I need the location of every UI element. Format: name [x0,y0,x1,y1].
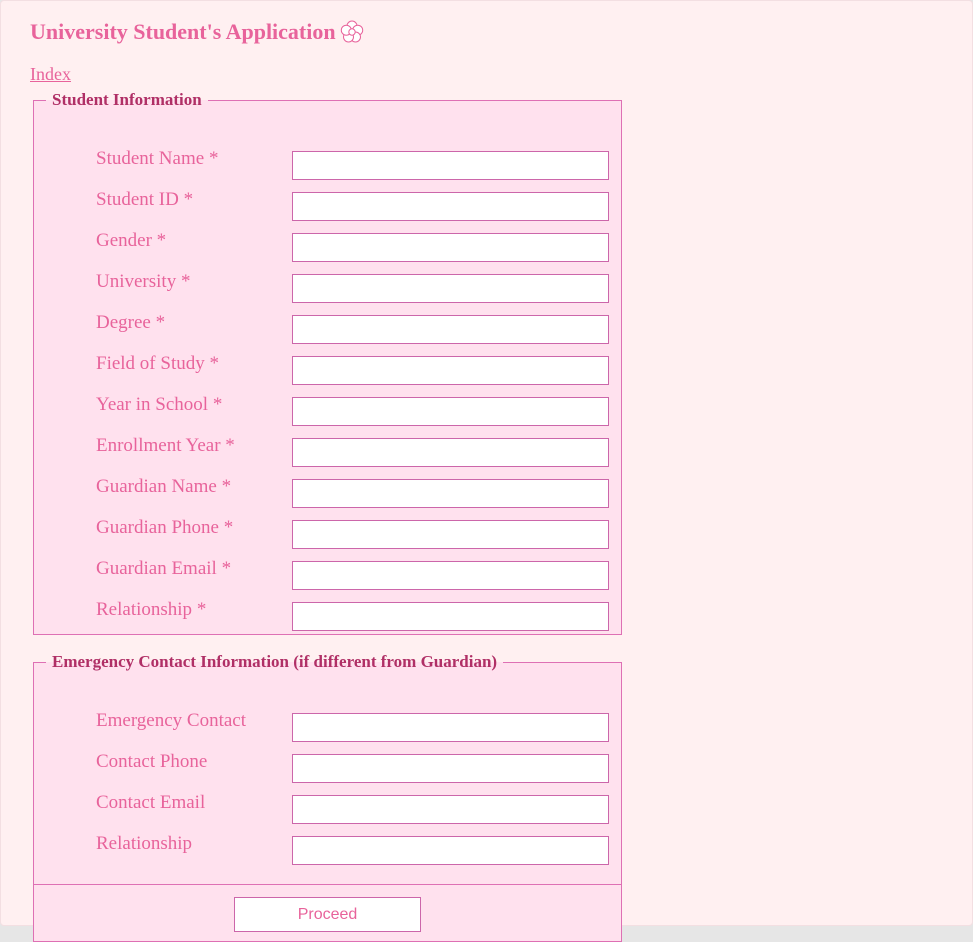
form-row: Relationship [34,833,621,865]
field-label-text: Gender [96,230,152,251]
form-row: Relationship * [34,599,621,631]
enrollment-year-label: Enrollment Year * [96,435,235,457]
emergency-contact-legend: Emergency Contact Information (if differ… [52,652,498,671]
field-label-text: Field of Study [96,353,205,374]
year-in-school-input[interactable] [292,397,609,426]
enrollment-year-input[interactable] [292,438,609,467]
required-marker: * [225,435,235,456]
field-label-text: Emergency Contact [96,710,247,731]
student-id-label: Student ID * [96,189,193,211]
student-name-input[interactable] [292,151,609,180]
required-marker: * [212,394,223,415]
emergency-contact-email-label: Contact Email [96,792,205,814]
form-row: Gender * [34,230,621,262]
field-of-study-input[interactable] [292,356,609,385]
index-link[interactable]: Index [30,64,71,85]
university-input[interactable] [292,274,609,303]
required-marker: * [156,230,167,251]
form-row: Degree * [34,312,621,344]
form-row: Field of Study * [34,353,621,385]
required-marker: * [155,312,166,333]
emergency-contact-phone-input[interactable] [292,754,609,783]
student-name-label: Student Name * [96,148,218,170]
guardian-email-input[interactable] [292,561,609,590]
form-row: Guardian Name * [34,476,621,508]
field-label-text: Year in School [96,394,209,415]
form-row: Contact Email [34,792,621,824]
emergency-contact-email-input[interactable] [292,795,609,824]
degree-label: Degree * [96,312,165,334]
student-information-section: Student Information Student Name * Studen… [33,90,622,635]
guardian-name-input[interactable] [292,479,609,508]
university-label: University * [96,271,190,293]
form-row: Student ID * [34,189,621,221]
gender-label: Gender * [96,230,166,252]
form-row: Contact Phone [34,751,621,783]
relationship-input[interactable] [292,602,609,631]
student-id-input[interactable] [292,192,609,221]
required-marker: * [223,517,234,538]
form-row: Enrollment Year * [34,435,621,467]
emergency-emergency-contact-label: Emergency Contact [96,710,246,732]
field-label-text: Degree [96,312,151,333]
required-marker: * [183,189,194,210]
page: University Student's Application Index S… [0,0,973,942]
relationship-label: Relationship * [96,599,206,621]
form-row: Emergency Contact [34,710,621,742]
emergency-contact-phone-label: Contact Phone [96,751,207,773]
degree-input[interactable] [292,315,609,344]
flower-icon [340,20,364,44]
field-label-text: Contact Phone [96,751,208,772]
form-row: Student Name * [34,148,621,180]
form-row: University * [34,271,621,303]
guardian-phone-input[interactable] [292,520,609,549]
field-label-text: Relationship [96,599,193,620]
form-row: Guardian Phone * [34,517,621,549]
field-label-text: Guardian Name [96,476,217,497]
student-information-legend: Student Information [52,90,202,109]
year-in-school-label: Year in School * [96,394,222,416]
field-label-text: Guardian Email [96,558,217,579]
required-marker: * [208,148,219,169]
required-marker: * [221,476,232,497]
form-row: Year in School * [34,394,621,426]
required-marker: * [180,271,191,292]
field-label-text: Contact Email [96,792,206,813]
form-divider [34,884,621,885]
field-label-text: Relationship [96,833,193,854]
page-title-text: University Student's Application [30,19,336,44]
field-label-text: Student ID [96,189,179,210]
guardian-email-label: Guardian Email * [96,558,231,580]
form-row: Guardian Email * [34,558,621,590]
field-of-study-label: Field of Study * [96,353,219,375]
gender-input[interactable] [292,233,609,262]
page-title: University Student's Application [30,19,364,45]
guardian-phone-label: Guardian Phone * [96,517,233,539]
field-label-text: Enrollment Year [96,435,221,456]
field-label-text: Student Name [96,148,205,169]
field-label-text: University [96,271,177,292]
required-marker: * [221,558,232,579]
emergency-relationship-input[interactable] [292,836,609,865]
emergency-emergency-contact-input[interactable] [292,713,609,742]
required-marker: * [196,599,207,620]
proceed-button[interactable]: Proceed [234,897,421,932]
guardian-name-label: Guardian Name * [96,476,231,498]
emergency-contact-section: Emergency Contact Information (if differ… [33,652,622,942]
emergency-relationship-label: Relationship [96,833,192,855]
required-marker: * [209,353,219,374]
field-label-text: Guardian Phone [96,517,219,538]
